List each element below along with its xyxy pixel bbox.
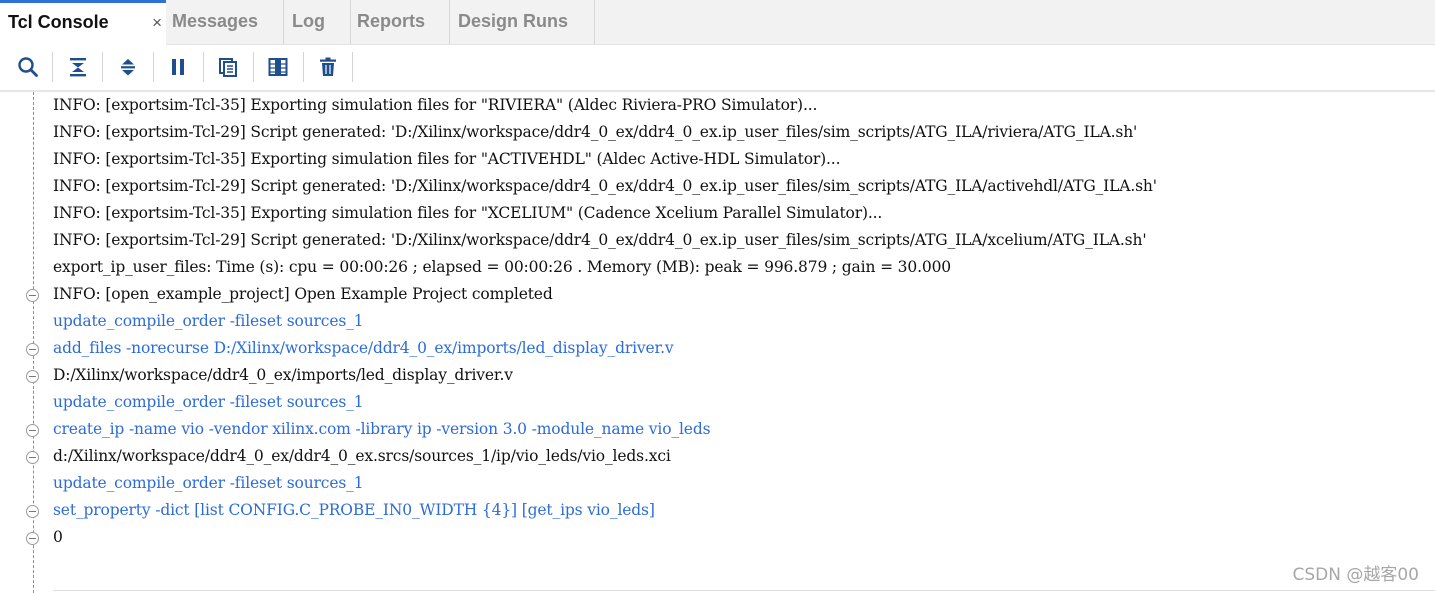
pause-icon [172,59,184,75]
close-icon[interactable]: × [152,4,162,42]
fold-toggle-icon[interactable] [26,343,39,356]
tab-bar: Tcl Console × Messages Log Reports Desig… [0,0,1435,45]
tab-messages[interactable]: Messages [166,0,284,44]
console-command-line[interactable]: update_compile_order -fileset sources_1 [53,470,364,497]
console-command-line[interactable]: set_property -dict [list CONFIG.C_PROBE_… [53,497,655,524]
pause-button[interactable] [164,53,192,81]
fold-toggle-icon[interactable] [26,370,39,383]
toolbar-separator [102,52,103,82]
console-output-line: INFO: [exportsim-Tcl-35] Exporting simul… [53,150,841,168]
toolbar-separator [52,52,53,82]
columns-button[interactable] [264,53,292,81]
console-output-line: INFO: [exportsim-Tcl-29] Script generate… [53,177,1157,195]
tcl-console-output[interactable]: INFO: [exportsim-Tcl-35] Exporting simul… [0,92,1435,593]
tab-log[interactable]: Log [284,0,351,44]
toolbar-separator [352,52,353,82]
expand-all-icon [121,59,135,76]
console-command-line[interactable]: add_files -norecurse D:/Xilinx/workspace… [53,335,674,362]
tab-label: Design Runs [458,11,569,31]
copy-button[interactable] [214,53,242,81]
console-output-line: INFO: [exportsim-Tcl-35] Exporting simul… [53,96,818,114]
expand-all-button[interactable] [114,53,142,81]
trash-icon [320,57,336,76]
console-output-line: export_ip_user_files: Time (s): cpu = 00… [53,258,952,276]
fold-toggle-icon[interactable] [26,532,39,545]
toolbar-separator [153,52,154,82]
console-output-line: d:/Xilinx/workspace/ddr4_0_ex/ddr4_0_ex.… [53,447,671,465]
tab-label: Reports [357,11,426,31]
console-toolbar [0,45,1435,92]
tab-tcl-console[interactable]: Tcl Console × [0,0,166,45]
clear-button[interactable] [314,53,342,81]
fold-toggle-icon[interactable] [26,505,39,518]
toolbar-separator [253,52,254,82]
collapse-all-icon [70,58,86,77]
collapse-all-button[interactable] [64,53,92,81]
columns-icon [268,58,288,76]
console-output-line: INFO: [open_example_project] Open Exampl… [53,285,553,303]
tab-reports[interactable]: Reports [351,0,450,44]
tab-label: Messages [172,11,259,31]
search-icon [18,57,38,77]
console-output-line: 0 [53,528,63,546]
console-output-line: INFO: [exportsim-Tcl-29] Script generate… [53,123,1138,141]
console-output-line: D:/Xilinx/workspace/ddr4_0_ex/imports/le… [53,366,513,384]
copy-icon [219,58,237,77]
console-output-line: INFO: [exportsim-Tcl-35] Exporting simul… [53,204,883,222]
console-command-line[interactable]: create_ip -name vio -vendor xilinx.com -… [53,416,711,443]
tab-label: Tcl Console [8,12,109,32]
watermark: CSDN @越客00 [1292,565,1419,585]
tab-label: Log [292,11,325,31]
fold-toggle-icon[interactable] [26,424,39,437]
fold-toggle-icon[interactable] [26,289,39,302]
toolbar-separator [203,52,204,82]
tab-design-runs[interactable]: Design Runs [450,0,595,44]
search-button[interactable] [14,53,42,81]
toolbar-separator [303,52,304,82]
command-input-divider [53,590,1435,591]
console-command-line[interactable]: update_compile_order -fileset sources_1 [53,389,364,416]
console-output-line: INFO: [exportsim-Tcl-29] Script generate… [53,231,1147,249]
console-command-line[interactable]: update_compile_order -fileset sources_1 [53,308,364,335]
fold-toggle-icon[interactable] [26,451,39,464]
